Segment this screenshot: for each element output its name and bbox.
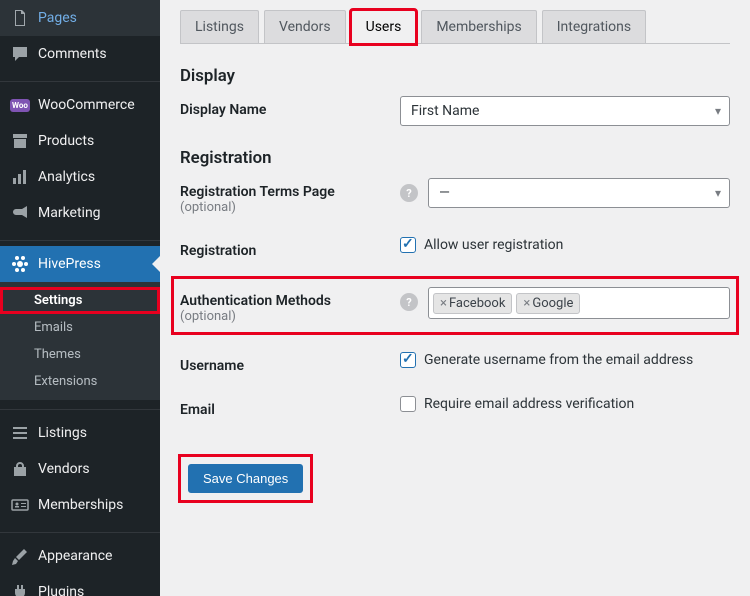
check-allow-registration[interactable]: Allow user registration [400,237,730,253]
menu-label: Analytics [38,169,95,185]
woo-icon: Woo [10,95,30,115]
menu-plugins[interactable]: Plugins [0,574,160,596]
submenu: SettingsEmailsThemesExtensions [0,282,160,400]
menu-label: Comments [38,46,107,62]
checkbox-require-email-verify[interactable] [400,396,416,412]
menu-listings[interactable]: Listings [0,415,160,451]
label-auth-methods: Authentication Methods (optional) [180,287,400,324]
id-icon [10,495,30,515]
section-registration: Registration [180,148,730,168]
tab-listings[interactable]: Listings [180,10,259,43]
archive-icon [10,131,30,151]
menu-marketing[interactable]: Marketing [0,195,160,231]
tag-google[interactable]: × Google [516,293,580,314]
megaphone-icon [10,203,30,223]
menu-memberships[interactable]: Memberships [0,487,160,523]
save-button[interactable]: Save Changes [188,464,303,493]
plug-icon [10,582,30,596]
row-display-name: Display Name First Name [180,96,730,126]
menu-comments[interactable]: Comments [0,36,160,72]
store-icon [10,459,30,479]
row-auth-methods: Authentication Methods (optional) ? × Fa… [176,281,734,330]
menu-label: Marketing [38,205,101,221]
menu-label: HivePress [38,256,101,272]
analytics-icon [10,167,30,187]
select-display-name[interactable]: First Name [400,96,730,126]
menu-vendors[interactable]: Vendors [0,451,160,487]
tab-integrations[interactable]: Integrations [542,10,646,43]
submenu-extensions[interactable]: Extensions [0,368,160,395]
submenu-emails[interactable]: Emails [0,314,160,341]
select-terms-page[interactable]: — [428,178,730,208]
tab-vendors[interactable]: Vendors [264,10,346,43]
menu-woocommerce[interactable]: Woo WooCommerce [0,87,160,123]
menu-label: Appearance [38,548,112,564]
submenu-settings[interactable]: Settings [0,287,160,314]
submenu-themes[interactable]: Themes [0,341,160,368]
menu-label: Products [38,133,94,149]
menu-products[interactable]: Products [0,123,160,159]
menu-analytics[interactable]: Analytics [0,159,160,195]
save-wrap: Save Changes [180,456,311,501]
menu-label: Vendors [38,461,90,477]
row-username: Username Generate username from the emai… [180,352,730,374]
tab-users[interactable]: Users [351,10,417,44]
row-registration: Registration Allow user registration [180,237,730,259]
checkbox-generate-username[interactable] [400,352,416,368]
menu-label: Memberships [38,497,123,513]
auth-methods-input[interactable]: × Facebook× Google [428,287,730,319]
row-terms-page: Registration Terms Page (optional) ? — [180,178,730,215]
label-username: Username [180,352,400,374]
checkbox-allow-registration[interactable] [400,237,416,253]
remove-tag-icon[interactable]: × [523,296,530,311]
brush-icon [10,546,30,566]
remove-tag-icon[interactable]: × [440,296,447,311]
label-display-name: Display Name [180,96,400,118]
label-email: Email [180,396,400,418]
help-icon[interactable]: ? [400,293,418,311]
menu-label: Pages [38,10,77,26]
main-content: ListingsVendorsUsersMembershipsIntegrati… [160,0,750,596]
hivepress-icon [10,254,30,274]
help-icon[interactable]: ? [400,184,418,202]
admin-sidebar: Pages Comments Woo WooCommerce Products Analy… [0,0,160,596]
tab-memberships[interactable]: Memberships [421,10,536,43]
menu-label: Plugins [38,584,84,596]
settings-tabs: ListingsVendorsUsersMembershipsIntegrati… [180,10,730,44]
label-registration: Registration [180,237,400,259]
menu-hivepress[interactable]: HivePress [0,246,160,282]
section-display: Display [180,66,730,86]
menu-label: WooCommerce [38,97,135,113]
comment-icon [10,44,30,64]
row-email: Email Require email address verification [180,396,730,418]
menu-label: Listings [38,425,87,441]
check-require-email-verify[interactable]: Require email address verification [400,396,730,412]
check-generate-username[interactable]: Generate username from the email address [400,352,730,368]
menu-pages[interactable]: Pages [0,0,160,36]
pages-icon [10,8,30,28]
tag-facebook[interactable]: × Facebook [433,293,512,314]
list-icon [10,423,30,443]
menu-appearance[interactable]: Appearance [0,538,160,574]
label-terms-page: Registration Terms Page (optional) [180,178,400,215]
